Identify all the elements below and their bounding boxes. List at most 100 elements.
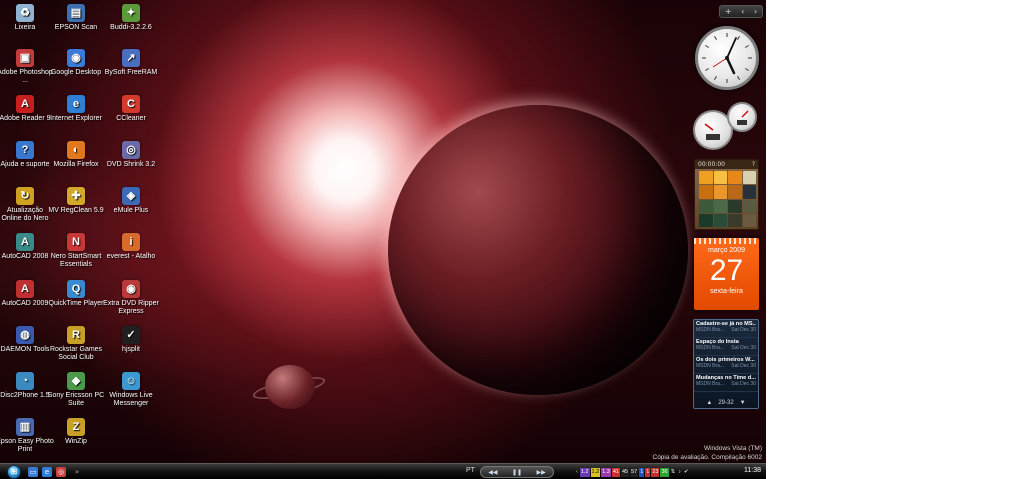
- tray-monitor-value[interactable]: 1: [645, 467, 651, 477]
- quick-launch-desktop-icon[interactable]: ▭: [28, 467, 38, 477]
- desktop-icon[interactable]: A Adobe Reader 9: [0, 95, 54, 123]
- puzzle-grid[interactable]: [699, 171, 756, 227]
- emule-icon: ◈: [122, 187, 140, 205]
- desktop-icon[interactable]: i everest - Atalho: [102, 233, 160, 261]
- taskbar-clock[interactable]: 11:38: [744, 467, 761, 474]
- quick-launch-ie-icon[interactable]: e: [42, 467, 52, 477]
- desktop-icon[interactable]: ♻ Lixeira: [0, 4, 54, 32]
- media-next-button[interactable]: ▶▶: [537, 469, 546, 476]
- puzzle-help-button[interactable]: ?: [752, 160, 755, 169]
- tray-monitor-value[interactable]: 1.3: [601, 467, 611, 477]
- start-button[interactable]: ⊞: [7, 465, 21, 479]
- puzzle-tile[interactable]: [728, 185, 742, 199]
- desktop-icon[interactable]: ▥ Epson Easy Photo Print: [0, 418, 54, 454]
- tray-monitor-value[interactable]: 1.2: [579, 467, 590, 477]
- feed-prev-button[interactable]: ▲: [706, 400, 712, 406]
- desktop-icon[interactable]: e Internet Explorer: [47, 95, 105, 123]
- desktop-icon[interactable]: ✦ Buddi-3.2.2.6: [102, 4, 160, 32]
- feed-next-button[interactable]: ▼: [740, 400, 746, 406]
- desktop-icon[interactable]: ◍ DAEMON Tools: [0, 326, 54, 354]
- puzzle-tile[interactable]: [699, 171, 713, 185]
- desktop-icon[interactable]: ◐ Mozilla Firefox: [47, 141, 105, 169]
- desktop-icon[interactable]: Z WinZip: [47, 418, 105, 446]
- taskbar: ⊞ ▭ e ◎ » PT ◀◀ ❚❚ ▶▶ ‹ 1.2 1.2 1.3 41 45 57 1 1…: [0, 463, 766, 479]
- desktop-icon[interactable]: ◆ Sony Ericsson PC Suite: [47, 372, 105, 408]
- desktop-icon[interactable]: ◈ eMule Plus: [102, 187, 160, 215]
- puzzle-tile[interactable]: [742, 185, 756, 199]
- feed-headlines-gadget: Cadastre-se já no MS... MSDN Bra... Sat De…: [693, 319, 759, 409]
- desktop-icon[interactable]: ▣ Adobe Photoshop ...: [0, 49, 54, 85]
- desktop-icon[interactable]: C CCleaner: [102, 95, 160, 123]
- feed-item[interactable]: Cadastre-se já no MS... MSDN Bra... Sat De…: [694, 320, 758, 338]
- desktop-icon[interactable]: ☺ Windows Live Messenger: [102, 372, 160, 408]
- add-gadget-button[interactable]: +: [725, 7, 732, 16]
- puzzle-tile[interactable]: [699, 185, 713, 199]
- tray-monitor-value[interactable]: 57: [630, 467, 639, 477]
- desktop-icon-label: hjsplit: [122, 346, 140, 353]
- feed-item[interactable]: Os dois primeiros W... MSDN Bra... Sat Dec…: [694, 356, 758, 374]
- desktop-icon[interactable]: ↗ BySoft FreeRAM: [102, 49, 160, 77]
- language-indicator[interactable]: PT: [466, 467, 475, 474]
- prev-gadget-button[interactable]: ‹: [741, 7, 744, 16]
- desktop-icon[interactable]: ◉ Extra DVD Ripper Express: [102, 280, 160, 316]
- cpu-meter-gadget[interactable]: [693, 102, 761, 150]
- buddi-icon: ✦: [122, 4, 140, 22]
- desktop-icon[interactable]: ▤ EPSON Scan: [47, 4, 105, 32]
- tray-monitor-value[interactable]: 23: [651, 467, 660, 477]
- picture-puzzle-gadget[interactable]: 00:00:00 ?: [694, 159, 759, 230]
- media-pause-button[interactable]: ❚❚: [512, 469, 522, 476]
- tray-monitor-value[interactable]: 36: [660, 467, 669, 477]
- desktop-icon[interactable]: ✓ hjsplit: [102, 326, 160, 354]
- desktop-icon[interactable]: ? Ajuda e suporte: [0, 141, 54, 169]
- feed-source: MSDN Bra...: [696, 327, 725, 333]
- desktop-icon[interactable]: Q QuickTime Player: [47, 280, 105, 308]
- puzzle-tile[interactable]: [728, 213, 742, 227]
- regclean-icon: ✚: [67, 187, 85, 205]
- calendar-gadget[interactable]: março 2009 27 sexta-feira: [694, 238, 759, 310]
- help-icon: ?: [16, 141, 34, 159]
- wallpaper-planet: [388, 105, 688, 395]
- puzzle-tile[interactable]: [713, 185, 727, 199]
- puzzle-tile[interactable]: [742, 213, 756, 227]
- desktop-icon-label: Mozilla Firefox: [53, 161, 99, 168]
- freeram-icon: ↗: [122, 49, 140, 67]
- puzzle-tile[interactable]: [713, 199, 727, 213]
- puzzle-tile[interactable]: [713, 171, 727, 185]
- photoshop-icon: ▣: [16, 49, 34, 67]
- desktop-icon-label: Nero StartSmart Essentials: [50, 253, 102, 268]
- clock-gadget[interactable]: [695, 26, 759, 90]
- puzzle-tile[interactable]: [742, 199, 756, 213]
- network-icon[interactable]: ⇅: [670, 468, 677, 477]
- tray-monitor-value[interactable]: 45: [620, 467, 630, 477]
- desktop-icon[interactable]: ◎ DVD Shrink 3.2: [102, 141, 160, 169]
- puzzle-tile[interactable]: [713, 213, 727, 227]
- quick-launch-app-icon[interactable]: ◎: [56, 467, 66, 477]
- volume-icon[interactable]: ♪: [677, 468, 682, 477]
- desktop-icon[interactable]: R Rockstar Games Social Club: [47, 326, 105, 362]
- puzzle-tile[interactable]: [728, 199, 742, 213]
- tray-monitor-value[interactable]: 1: [639, 467, 645, 477]
- desktop-icon[interactable]: N Nero StartSmart Essentials: [47, 233, 105, 269]
- desktop-icon-label: Adobe Reader 9: [0, 115, 51, 122]
- desktop-icon[interactable]: ◔ Disc2Phone 1.5: [0, 372, 54, 400]
- puzzle-tile[interactable]: [699, 213, 713, 227]
- puzzle-tile[interactable]: [742, 171, 756, 185]
- security-icon[interactable]: ✔: [683, 468, 690, 477]
- media-prev-button[interactable]: ◀◀: [488, 469, 497, 476]
- tray-monitor-value[interactable]: 1.2: [590, 467, 601, 477]
- desktop-icon[interactable]: A AutoCAD 2009: [0, 280, 54, 308]
- quick-launch-more-icon[interactable]: »: [72, 467, 82, 477]
- tray-monitor-value[interactable]: 41: [611, 467, 620, 477]
- desktop-icon[interactable]: ◉ Google Desktop: [47, 49, 105, 77]
- puzzle-tile[interactable]: [699, 199, 713, 213]
- tray-arrow-icon[interactable]: ‹: [575, 468, 579, 477]
- puzzle-tile[interactable]: [728, 171, 742, 185]
- desktop-icon[interactable]: ✚ MV RegClean 5.9: [47, 187, 105, 215]
- quicktime-icon: Q: [67, 280, 85, 298]
- everest-icon: i: [122, 233, 140, 251]
- desktop-icon[interactable]: A AutoCAD 2008: [0, 233, 54, 261]
- feed-item[interactable]: Mudanças no Time d... MSDN Bra... Sat Dec …: [694, 374, 758, 392]
- feed-item[interactable]: Espaço do Insta MSDN Bra... Sat Dec 30: [694, 338, 758, 356]
- next-gadget-button[interactable]: ›: [754, 7, 757, 16]
- desktop-icon[interactable]: ↻ Atualização Online do Nero: [0, 187, 54, 223]
